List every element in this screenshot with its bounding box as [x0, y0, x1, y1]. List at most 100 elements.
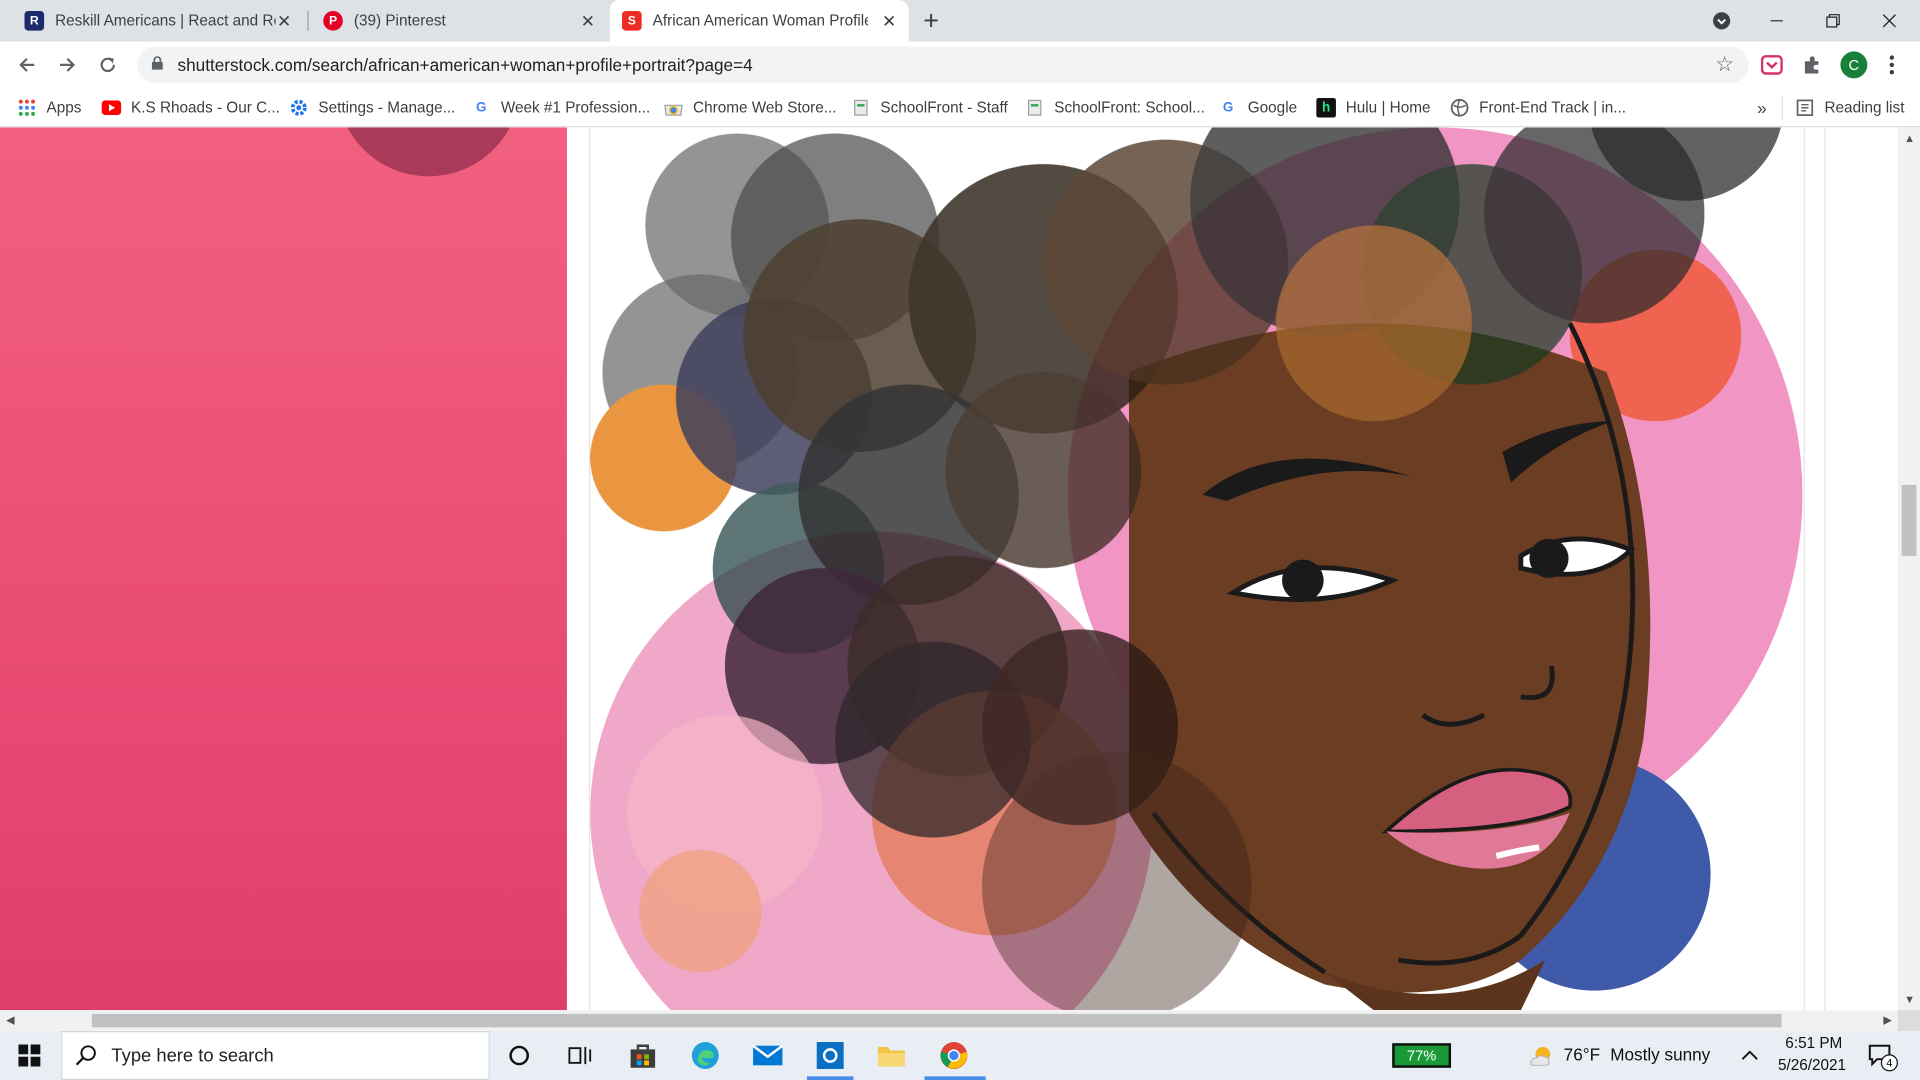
mail-app-icon[interactable] [751, 1038, 785, 1072]
task-view-button[interactable] [563, 1038, 597, 1072]
bookmark-label: Front-End Track | in... [1479, 99, 1627, 117]
forward-button[interactable] [54, 51, 81, 78]
restore-button[interactable] [1805, 0, 1861, 42]
windows-taskbar: Type here to search 77% 76°F Mostly sunn… [0, 1031, 1920, 1080]
schoolfront-icon [1025, 98, 1045, 118]
close-tab-icon[interactable]: ✕ [277, 11, 291, 32]
shutterstock-favicon: S [622, 11, 642, 31]
tab-shutterstock[interactable]: S African American Woman Profile ✕ [609, 0, 909, 42]
apps-grid-icon [17, 98, 37, 118]
scroll-down-icon[interactable]: ▼ [1904, 993, 1915, 1005]
bookmark-star-icon[interactable]: ☆ [1715, 53, 1734, 77]
close-icon [1882, 14, 1896, 28]
profile-avatar[interactable]: C [1840, 51, 1868, 79]
cortana-button[interactable] [502, 1038, 536, 1072]
reload-button[interactable] [94, 51, 121, 78]
bookmark-label: Google [1247, 99, 1298, 117]
bookmark-apps[interactable]: Apps [17, 96, 81, 120]
restore-icon [1826, 14, 1840, 28]
scroll-left-icon[interactable]: ◀ [6, 1014, 14, 1027]
tab-search-button[interactable] [1693, 0, 1749, 42]
bookmark-settings[interactable]: Settings - Manage... [289, 96, 455, 120]
pocket-extension-icon[interactable] [1760, 53, 1784, 77]
reading-list-button[interactable]: Reading list [1795, 96, 1904, 120]
horizontal-scrollbar[interactable]: ◀ ▶ [0, 1010, 1898, 1032]
horizontal-scroll-thumb[interactable] [91, 1013, 1782, 1028]
battery-indicator[interactable]: 77% [1392, 1043, 1452, 1068]
reload-icon [100, 57, 115, 73]
reskill-favicon: R [24, 11, 45, 31]
close-tab-icon[interactable]: ✕ [581, 11, 595, 32]
tab-title: African American Woman Profile [652, 12, 869, 30]
bookmark-label: Settings - Manage... [318, 99, 456, 117]
bookmark-schoolfront-staff[interactable]: SchoolFront - Staff [851, 96, 1008, 120]
store-app-icon[interactable] [626, 1038, 660, 1072]
bookmark-label: SchoolFront - Staff [880, 99, 1008, 117]
tab-pinterest[interactable]: P (39) Pinterest ✕ [309, 0, 608, 42]
minimize-icon [1770, 20, 1783, 22]
start-button[interactable] [12, 1038, 46, 1072]
notification-center-button[interactable]: 4 [1864, 1038, 1898, 1072]
close-window-button[interactable] [1861, 0, 1917, 42]
windows-logo-icon [18, 1044, 41, 1067]
chrome-app-icon[interactable] [937, 1038, 971, 1072]
webstore-icon [664, 98, 684, 118]
page-content [0, 127, 1898, 1011]
cortana-circle-icon [509, 1045, 529, 1066]
bookmark-week1[interactable]: G Week #1 Profession... [471, 96, 650, 120]
weather-description[interactable]: Mostly sunny [1610, 1044, 1710, 1064]
vertical-scroll-thumb[interactable] [1901, 484, 1917, 556]
vertical-scrollbar[interactable]: ▲ ▼ [1897, 127, 1920, 1011]
new-tab-button[interactable]: + [923, 5, 939, 37]
more-vertical-icon [1889, 55, 1895, 75]
bookmark-label: Apps [46, 99, 82, 117]
schoolfront-icon [851, 98, 871, 118]
portrait-illustration [590, 127, 1803, 1011]
taskbar-search-box[interactable]: Type here to search [61, 1031, 490, 1080]
bookmark-google[interactable]: G Google [1218, 96, 1297, 120]
bookmark-ks-rhoads[interactable]: K.S Rhoads - Our C... [101, 96, 280, 120]
edge-icon [691, 1042, 719, 1069]
bookmark-hulu[interactable]: h Hulu | Home [1316, 96, 1431, 120]
bookmark-webstore[interactable]: Chrome Web Store... [664, 96, 837, 120]
lock-icon [151, 56, 163, 70]
bookmark-schoolfront-school[interactable]: SchoolFront: School... [1025, 96, 1205, 120]
puzzle-icon [1804, 56, 1819, 74]
stock-image-preview[interactable] [588, 127, 1805, 1011]
bookmarks-overflow-button[interactable]: » [1757, 96, 1767, 120]
pocket-icon [1760, 55, 1783, 75]
thumbnail-panel[interactable] [0, 127, 567, 1011]
back-button[interactable] [13, 51, 40, 78]
weather-widget-icon[interactable] [1524, 1038, 1558, 1072]
tray-expand-icon[interactable] [1733, 1038, 1767, 1072]
bookmark-divider [1781, 95, 1783, 121]
minimize-button[interactable] [1749, 0, 1805, 42]
outlook-icon [816, 1042, 844, 1069]
extensions-puzzle-icon[interactable] [1800, 53, 1824, 77]
outlook-app-icon[interactable] [813, 1038, 847, 1072]
store-bag-icon [630, 1044, 656, 1068]
close-tab-icon[interactable]: ✕ [882, 11, 896, 32]
hulu-icon: h [1316, 97, 1336, 118]
decorative-circle [336, 127, 521, 177]
youtube-icon [101, 98, 122, 118]
clock-time[interactable]: 6:51 PM [1785, 1035, 1842, 1052]
bookmark-frontend-track[interactable]: Front-End Track | in... [1450, 96, 1626, 120]
menu-kebab-icon[interactable] [1880, 53, 1904, 77]
clock-date[interactable]: 5/26/2021 [1778, 1057, 1846, 1074]
scroll-right-icon[interactable]: ▶ [1883, 1014, 1891, 1027]
tab-title: (39) Pinterest [353, 12, 446, 30]
address-bar[interactable]: shutterstock.com/search/african+american… [137, 46, 1749, 84]
scroll-up-icon[interactable]: ▲ [1904, 132, 1915, 144]
bookmark-label: SchoolFront: School... [1054, 99, 1205, 117]
edge-app-icon[interactable] [688, 1038, 722, 1072]
bookmarks-bar: Apps K.S Rhoads - Our C... Settings - Ma… [0, 88, 1920, 128]
weather-temp[interactable]: 76°F [1564, 1044, 1600, 1064]
tab-reskill[interactable]: R Reskill Americans | React and Rea ✕ [10, 0, 304, 42]
bookmark-label: K.S Rhoads - Our C... [131, 99, 280, 117]
file-explorer-app-icon[interactable] [874, 1038, 908, 1072]
chrome-icon [940, 1042, 968, 1069]
folder-icon [877, 1046, 905, 1067]
tab-title: Reskill Americans | React and Rea [55, 12, 276, 30]
bookmark-label: Week #1 Profession... [500, 99, 651, 117]
